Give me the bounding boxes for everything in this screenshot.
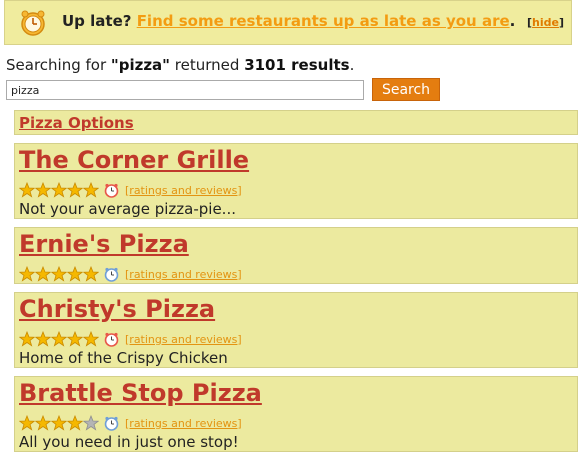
star-filled-icon [83, 182, 99, 198]
search-query: "pizza" [110, 56, 170, 74]
search-input[interactable] [6, 80, 364, 100]
star-rating [19, 266, 99, 282]
rating-row: [ratings and reviews] [19, 331, 242, 347]
ratings-reviews-link[interactable]: [ratings and reviews] [125, 417, 242, 430]
late-restaurants-link[interactable]: Find some restaurants up as late as you … [137, 12, 510, 30]
banner-suffix: . [509, 12, 516, 30]
search-button[interactable]: Search [372, 78, 440, 101]
ratings-reviews-link[interactable]: [ratings and reviews] [125, 333, 242, 346]
star-filled-icon [67, 182, 83, 198]
hide-bracket-close: ] [558, 16, 564, 29]
star-rating [19, 415, 99, 431]
restaurant-name-link[interactable]: Christy's Pizza [19, 295, 215, 323]
rating-row: [ratings and reviews] [19, 415, 242, 431]
star-filled-icon [19, 182, 35, 198]
hide-banner-link[interactable]: hide [532, 16, 559, 29]
star-filled-icon [67, 331, 83, 347]
restaurant-tagline: All you need in just one stop! [19, 433, 239, 451]
restaurant-tagline: Not your average pizza-pie... [19, 200, 236, 218]
result-card: Brattle Stop Pizza [ratings and reviews]… [14, 376, 578, 452]
blue-clock-icon [104, 416, 119, 431]
star-filled-icon [51, 415, 67, 431]
restaurant-name-link[interactable]: The Corner Grille [19, 146, 249, 174]
red-clock-icon [104, 183, 119, 198]
blue-clock-icon [104, 267, 119, 282]
red-clock-icon [104, 332, 119, 347]
rating-row: [ratings and reviews] [19, 182, 242, 198]
star-filled-icon [83, 331, 99, 347]
result-count: 3101 results [244, 56, 350, 74]
restaurant-name-link[interactable]: Brattle Stop Pizza [19, 379, 262, 407]
star-rating [19, 331, 99, 347]
star-filled-icon [83, 266, 99, 282]
banner-message: Up late? Find some restaurants up as lat… [62, 12, 515, 30]
pizza-options-bar: Pizza Options [14, 110, 578, 135]
search-summary: Searching for "pizza" returned 3101 resu… [6, 56, 354, 74]
result-card: Ernie's Pizza [ratings and reviews] [14, 227, 578, 284]
restaurant-name-link[interactable]: Ernie's Pizza [19, 230, 189, 258]
star-filled-icon [35, 331, 51, 347]
star-filled-icon [67, 415, 83, 431]
result-card: The Corner Grille [ratings and reviews] … [14, 143, 578, 219]
star-empty-icon [83, 415, 99, 431]
star-filled-icon [51, 182, 67, 198]
summary-mid: returned [174, 56, 240, 74]
alarm-clock-icon [21, 10, 45, 36]
star-filled-icon [35, 266, 51, 282]
star-filled-icon [19, 266, 35, 282]
star-filled-icon [51, 331, 67, 347]
pizza-options-link[interactable]: Pizza Options [19, 114, 134, 132]
star-filled-icon [67, 266, 83, 282]
star-filled-icon [51, 266, 67, 282]
late-night-banner: Up late? Find some restaurants up as lat… [4, 0, 572, 45]
hide-control: [hide] [527, 16, 564, 29]
summary-prefix: Searching for [6, 56, 107, 74]
ratings-reviews-link[interactable]: [ratings and reviews] [125, 184, 242, 197]
ratings-reviews-link[interactable]: [ratings and reviews] [125, 268, 242, 281]
result-card: Christy's Pizza [ratings and reviews] Ho… [14, 292, 578, 368]
banner-prefix: Up late? [62, 12, 132, 30]
summary-end: . [349, 56, 355, 74]
star-filled-icon [35, 415, 51, 431]
star-rating [19, 182, 99, 198]
star-filled-icon [19, 415, 35, 431]
star-filled-icon [35, 182, 51, 198]
rating-row: [ratings and reviews] [19, 266, 242, 282]
restaurant-tagline: Home of the Crispy Chicken [19, 349, 228, 367]
star-filled-icon [19, 331, 35, 347]
